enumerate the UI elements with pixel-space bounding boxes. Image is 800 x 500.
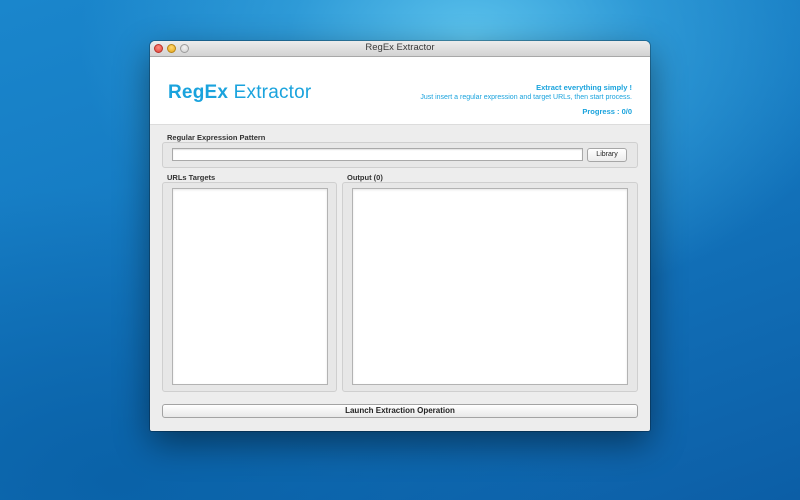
library-button[interactable]: Library xyxy=(587,148,627,162)
urls-targets-textarea[interactable] xyxy=(172,188,328,385)
window-title: RegEx Extractor xyxy=(365,42,435,53)
launch-extraction-button[interactable]: Launch Extraction Operation xyxy=(162,404,638,418)
regex-pattern-input[interactable] xyxy=(172,148,583,161)
pattern-label: Regular Expression Pattern xyxy=(167,133,266,142)
urls-targets-label: URLs Targets xyxy=(167,173,216,182)
output-textarea[interactable] xyxy=(352,188,628,385)
app-window: RegEx Extractor RegEx Extractor Extract … xyxy=(150,41,650,431)
tagline-subtitle: Just insert a regular expression and tar… xyxy=(420,94,632,101)
app-name-bold: RegEx xyxy=(168,82,229,103)
title-bar[interactable]: RegEx Extractor xyxy=(150,41,650,57)
tagline-title: Extract everything simply ! xyxy=(536,83,632,92)
output-label: Output (0) xyxy=(347,173,383,182)
app-name-rest: Extractor xyxy=(228,82,312,103)
app-header: RegEx Extractor Extract everything simpl… xyxy=(150,57,650,125)
app-logo-title: RegEx Extractor xyxy=(168,82,311,104)
progress-status: Progress : 0/0 xyxy=(582,107,632,116)
